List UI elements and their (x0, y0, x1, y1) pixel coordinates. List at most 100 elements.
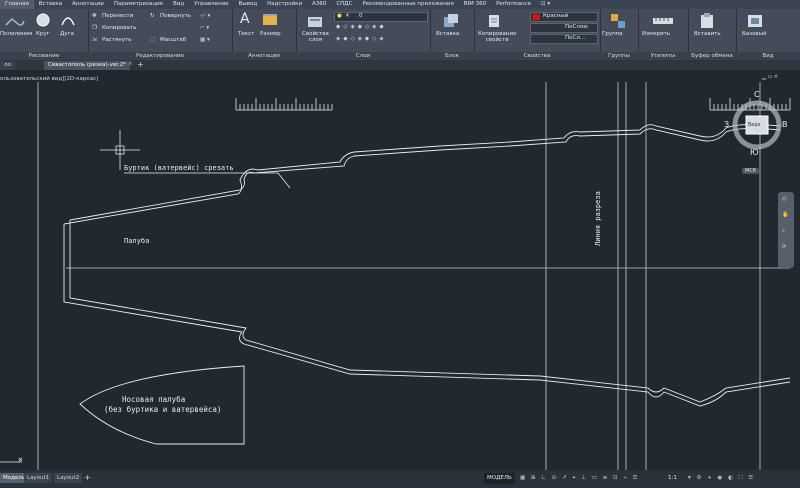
layer-tools-row1[interactable]: ◆◇◈◆◇◈◆ (336, 24, 387, 30)
menu-tab-1[interactable]: Вставка (34, 0, 67, 9)
menu-tab-2[interactable]: Аннотации (67, 0, 109, 9)
viewcube[interactable]: С З В Ю Верх (722, 90, 792, 160)
stretch-button[interactable]: Растянуть (102, 37, 132, 43)
navigation-bar[interactable]: ◎ ✋ ⌕ ⟳ (778, 192, 794, 268)
menu-tab-8[interactable]: A360 (307, 0, 331, 9)
match-properties-button[interactable]: Копирование свойств (478, 31, 516, 43)
label-bow-deck: Носовая палуба (122, 395, 185, 404)
copy-icon: ❐ (92, 25, 97, 31)
menu-tab-10[interactable]: Рекомендованные приложения (357, 0, 458, 9)
status-toggles[interactable]: ▦ ⊞ ∟ ⊙ ↗ ⌖ ⊥ ▭ ≡ ⊡ ⌁ ☰ (520, 473, 639, 484)
steering-wheel-icon[interactable]: ◎ (782, 196, 787, 202)
layer-properties-icon[interactable] (306, 15, 324, 29)
menu-tab-0[interactable]: Главная (0, 0, 34, 9)
clipboard-group-title[interactable]: Буфер обмена (688, 52, 736, 60)
linetype-value: ПоСл... (565, 35, 586, 41)
drawing-viewport[interactable]: ользовательский вид][2D-каркас] ▁ ▫ × Бу… (0, 70, 800, 470)
menu-tab-4[interactable]: Вид (168, 0, 189, 9)
view-group-title[interactable]: Вид (736, 52, 800, 60)
layer-tools-row2[interactable]: ◈◆◇◈◆◇◈ (336, 36, 387, 42)
menu-tab-6[interactable]: Вывод (234, 0, 263, 9)
sun-icon: ☀ (345, 13, 350, 19)
paste-button[interactable]: Вставить (694, 31, 721, 37)
color-dropdown[interactable]: Красный (530, 12, 598, 22)
scale-button[interactable]: Масштаб (160, 37, 186, 43)
properties-group-title[interactable]: Свойства (474, 52, 600, 60)
arc-icon[interactable] (60, 13, 76, 27)
doc-tab-previous[interactable]: ло (0, 61, 15, 70)
ribbon-group-utilities: Измерить Утилиты (638, 9, 689, 60)
base-view-icon[interactable] (746, 13, 764, 29)
layer-properties-button[interactable]: Свойства слоя (302, 31, 329, 43)
menu-tab-12[interactable]: Performance (491, 0, 536, 9)
polyline-button[interactable]: Полилиния (0, 31, 32, 37)
circle-icon[interactable] (36, 13, 50, 27)
status-tools[interactable]: ▾ ⚙ + ◉ ◐ ⛶ ☰ (688, 473, 755, 484)
group-icon[interactable] (610, 13, 626, 29)
bortik-leader (124, 172, 291, 189)
dimension-icon[interactable] (262, 13, 278, 27)
dimension-button[interactable]: Размер (260, 31, 281, 37)
menu-tab-9[interactable]: СПДС (331, 0, 357, 9)
layer-dropdown[interactable]: ● ☀ 0 (334, 12, 428, 22)
viewcube-south[interactable]: Ю (750, 148, 759, 157)
menu-tab-3[interactable]: Параметризация (109, 0, 168, 9)
move-button[interactable]: Перенести (102, 13, 133, 19)
rotate-button[interactable]: Повернуть (160, 13, 191, 19)
label-paluba: Палуба (124, 237, 149, 245)
viewcube-east[interactable]: В (782, 120, 788, 129)
array-icon[interactable]: ▦ ▾ (200, 37, 210, 43)
polyline-icon[interactable] (4, 15, 26, 29)
text-button[interactable]: Текст (238, 31, 254, 37)
trim-icon[interactable]: -/- ▾ (200, 13, 210, 19)
linetype-dropdown[interactable]: ПоСл... (530, 34, 598, 44)
model-space-button[interactable]: МОДЕЛЬ (484, 473, 515, 484)
base-view-button[interactable]: Базовый (742, 31, 767, 37)
menu-tab-7[interactable]: Надстройки (262, 0, 307, 9)
block-group-title[interactable]: Блок (430, 52, 474, 60)
fillet-icon[interactable]: ⌐ ▾ (200, 25, 209, 31)
group-button[interactable]: Группа (602, 31, 623, 37)
menu-tab-5[interactable]: Управление (189, 0, 234, 9)
move-icon: ✥ (92, 13, 97, 19)
arc-button[interactable]: Дуга (60, 31, 74, 37)
measure-icon[interactable] (652, 15, 674, 27)
annotation-scale[interactable]: 1:1 (668, 473, 677, 484)
close-tab-icon[interactable]: × (128, 61, 133, 67)
doc-tab-active[interactable]: Севастополь (резка)-ver.2* (44, 61, 131, 70)
drawing-canvas[interactable]: Буртик (ватервейс) срезать Палуба Линия … (0, 70, 800, 470)
insert-block-icon[interactable] (442, 13, 460, 29)
zoom-icon[interactable]: ⌕ (782, 228, 785, 235)
layout-tab-2[interactable]: Layout2 (54, 473, 83, 483)
ribbon-group-view: Базовый Вид (736, 9, 800, 60)
insert-button[interactable]: Вставка (436, 31, 459, 37)
pan-icon[interactable]: ✋ (782, 212, 789, 218)
ribbon-options-icon[interactable]: ⊡ ▾ (536, 0, 555, 9)
lightbulb-icon: ● (337, 13, 342, 19)
text-icon[interactable]: A (240, 11, 250, 27)
modify-group-title[interactable]: Редактирование (88, 52, 232, 60)
lineweight-dropdown[interactable]: ПоСлою (530, 23, 598, 33)
viewcube-west[interactable]: З (724, 120, 729, 129)
ribbon-group-modify: ✥ Перенести ↻ Повернуть ❐ Копировать ⇲ Р… (88, 9, 233, 60)
wcs-dropdown[interactable]: МСК (742, 168, 760, 174)
layout-tab-1[interactable]: Layout1 (24, 473, 53, 483)
ribbon-group-block: Вставка Блок (430, 9, 475, 60)
viewcube-face-top[interactable]: Верх (748, 122, 761, 128)
circle-button[interactable]: Круг (36, 31, 50, 37)
utilities-group-title[interactable]: Утилиты (638, 52, 688, 60)
new-tab-icon[interactable]: + (137, 60, 144, 69)
orbit-icon[interactable]: ⟳ (782, 244, 787, 250)
layers-group-title[interactable]: Слои (296, 52, 430, 60)
copy-button[interactable]: Копировать (102, 25, 136, 31)
add-layout-icon[interactable]: + (84, 473, 91, 482)
draw-group-title[interactable]: Рисование (0, 52, 88, 60)
color-value: Красный (543, 13, 569, 19)
menu-tab-11[interactable]: BIM 360 (459, 0, 491, 9)
viewcube-north[interactable]: С (754, 90, 760, 99)
groups-group-title[interactable]: Группы (600, 52, 638, 60)
annotations-group-title[interactable]: Аннотации (232, 52, 296, 60)
match-properties-icon[interactable] (486, 13, 502, 29)
measure-button[interactable]: Измерить (642, 31, 670, 37)
paste-icon[interactable] (700, 13, 714, 29)
